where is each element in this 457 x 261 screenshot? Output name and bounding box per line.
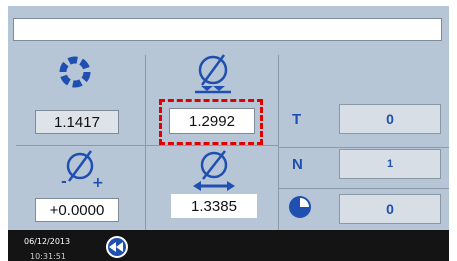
footer-time: 10:31:51 <box>30 252 66 261</box>
width-diameter-value[interactable]: 1.3385 <box>171 194 257 218</box>
clock-icon <box>288 195 312 219</box>
ring-icon <box>58 55 92 89</box>
tolerance-text: +0.0000 <box>49 201 105 219</box>
t-label: T <box>292 111 302 128</box>
rewind-icon[interactable] <box>105 235 129 259</box>
grid-divider-h2 <box>278 147 449 148</box>
tolerance-value[interactable]: +0.0000 <box>35 198 119 222</box>
t-counter-box[interactable]: 0 <box>339 104 441 134</box>
grid-divider-v2 <box>278 55 279 230</box>
svg-text:+: + <box>92 175 104 188</box>
diameter-plus-minus-icon: - + <box>58 148 104 188</box>
n-counter-value: 1 <box>386 158 394 170</box>
grid-divider-v1 <box>145 55 146 230</box>
clock-counter-value: 0 <box>386 201 394 217</box>
footer-date: 06/12/2013 <box>24 237 71 246</box>
grid-divider-h3 <box>278 188 449 189</box>
selection-highlight <box>159 99 263 145</box>
n-counter-box[interactable]: 1 <box>339 149 441 179</box>
width-diameter-text: 1.3385 <box>191 197 237 215</box>
diameter-inward-arrows-icon <box>191 52 235 100</box>
outer-diameter-value: 1.1417 <box>35 110 119 134</box>
n-label: N <box>292 156 303 173</box>
clock-counter-box[interactable]: 0 <box>339 194 441 224</box>
t-counter-value: 0 <box>386 111 394 127</box>
diameter-double-arrow-icon <box>191 148 237 194</box>
outer-diameter-text: 1.1417 <box>54 113 100 131</box>
status-footer <box>8 230 449 261</box>
svg-text:-: - <box>61 174 67 188</box>
title-bar <box>13 18 442 41</box>
grid-divider-h1 <box>16 145 278 146</box>
